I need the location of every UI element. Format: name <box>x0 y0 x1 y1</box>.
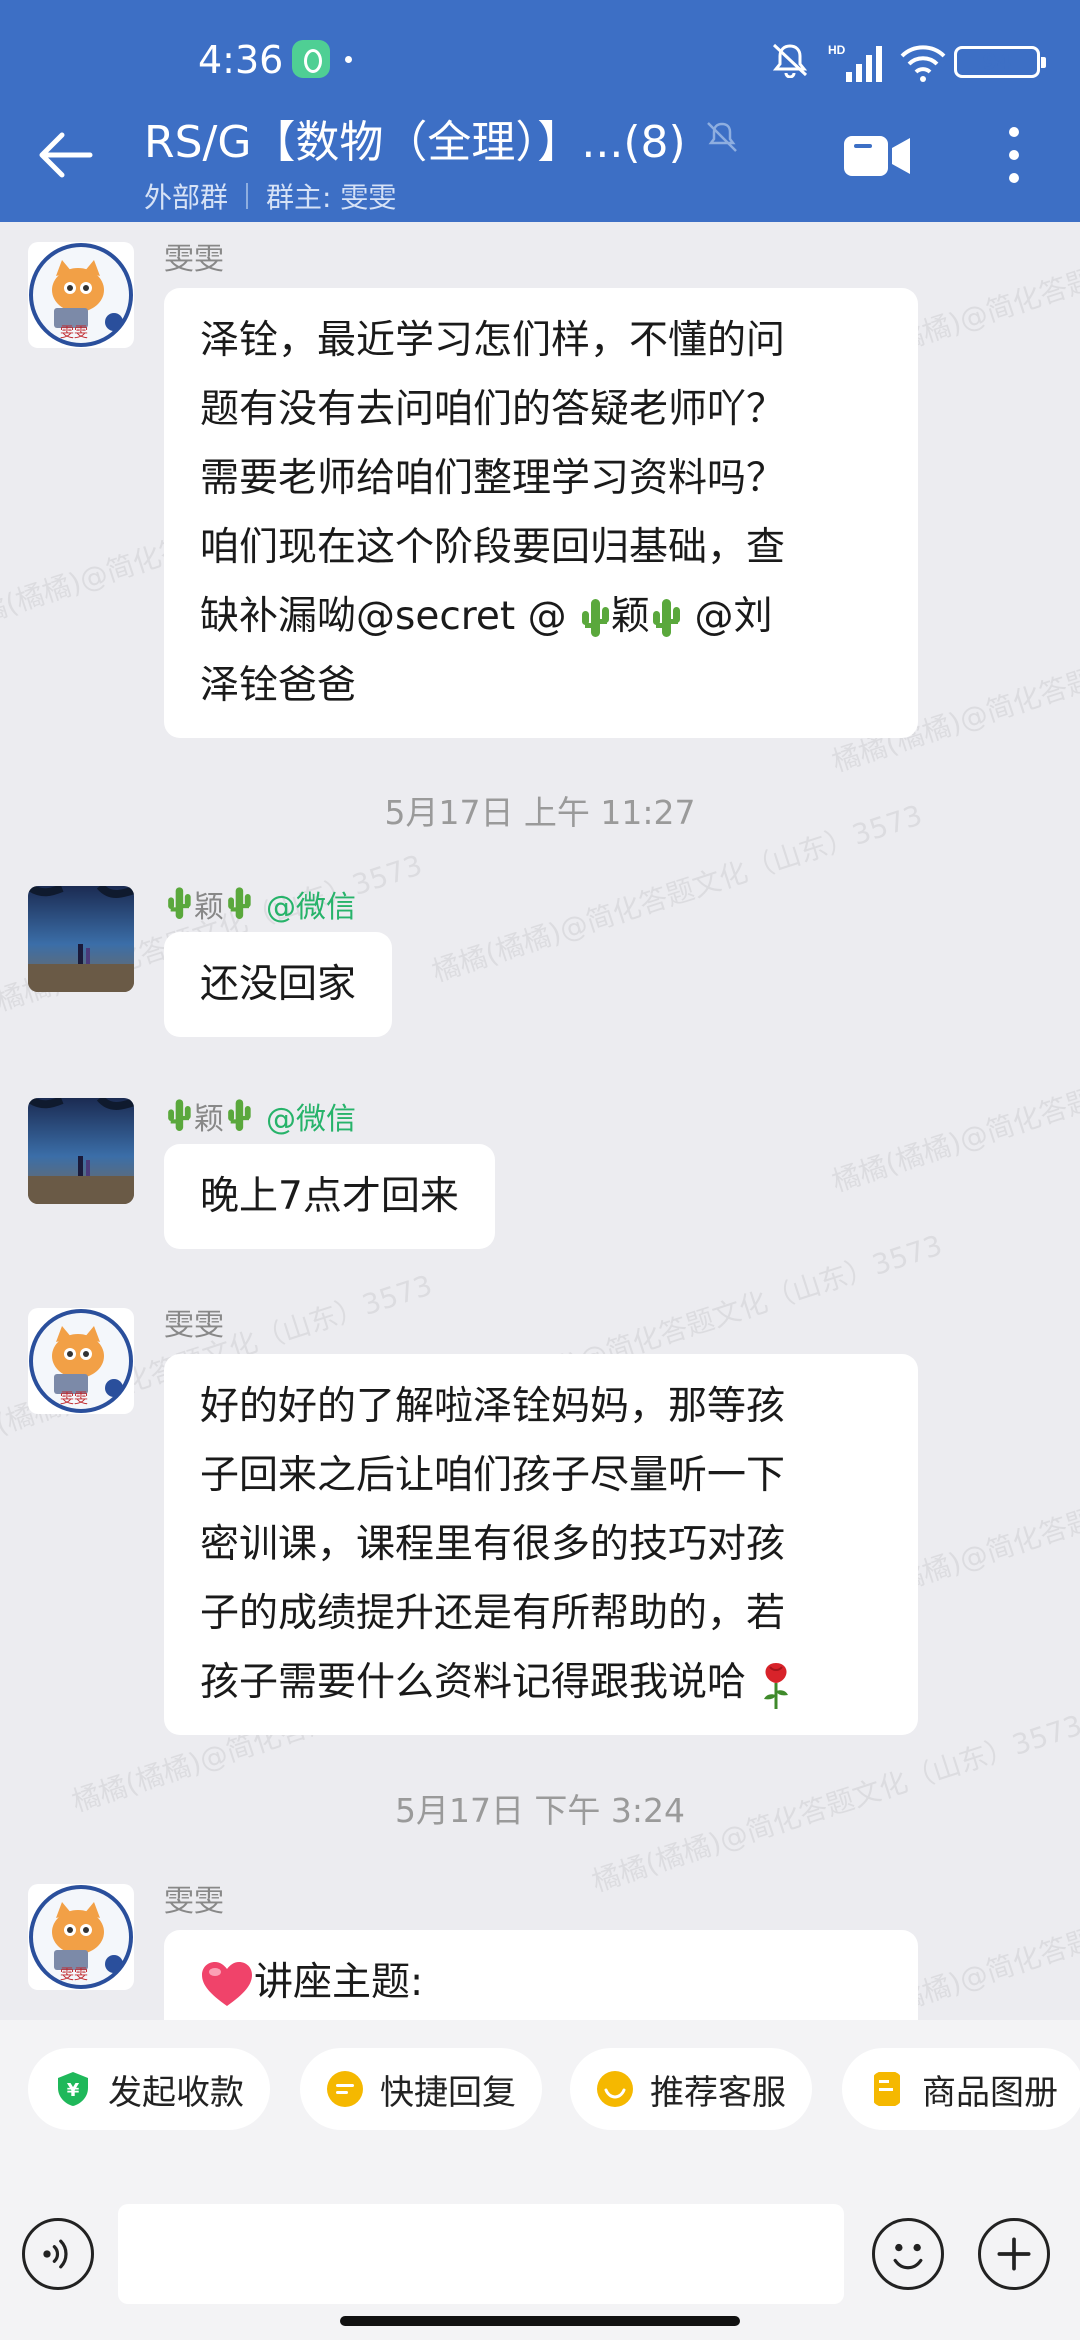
chip-label: 推荐客服 <box>650 2072 786 2113</box>
voice-input-icon[interactable] <box>22 2218 94 2290</box>
message-line: 缺补漏呦@secret @ 颖 @刘 <box>200 582 882 651</box>
back-arrow-icon[interactable] <box>30 120 100 190</box>
video-call-icon[interactable] <box>842 130 912 182</box>
message-bubble[interactable]: 好的好的了解啦泽铨妈妈，那等孩 子回来之后让咱们孩子尽量听一下 密训课，课程里有… <box>164 1354 918 1735</box>
more-menu-icon[interactable] <box>996 122 1032 188</box>
message-line: 泽铨，最近学习怎们样，不懂的问 <box>200 318 786 363</box>
message-line: 泽铨爸爸 <box>200 663 357 708</box>
message-text: 还没回家 <box>200 962 357 1007</box>
chip-collect-payment[interactable]: ¥ 发起收款 <box>28 2048 270 2130</box>
emoji-picker-icon[interactable] <box>872 2218 944 2290</box>
message-text: 晚上7点才回来 <box>200 1174 459 1219</box>
sender-name: 颖 @微信 <box>164 1094 356 1138</box>
wifi-icon <box>900 45 946 82</box>
message-bubble[interactable]: 还没回家 <box>164 932 393 1037</box>
message-line: 讲座主题: <box>200 1948 882 2017</box>
service-icon <box>597 2071 633 2107</box>
message-line: 子回来之后让咱们孩子尽量听一下 <box>200 1453 786 1498</box>
beach-avatar-icon <box>28 1098 134 1204</box>
heart-emoji-icon <box>202 1961 252 2006</box>
wechat-tag: @微信 <box>266 890 356 925</box>
wechat-tag: @微信 <box>266 1102 356 1137</box>
message-bubble[interactable]: 泽铨，最近学习怎们样，不懂的问 题有没有去问咱们的答疑老师吖？ 需要老师给咱们整… <box>164 288 918 738</box>
svg-text:¥: ¥ <box>67 2080 80 2101</box>
message-line: 需要老师给咱们整理学习资料吗？ <box>200 456 786 501</box>
chat-subtitle: 外部群 群主: 雯雯 <box>144 176 396 216</box>
home-indicator[interactable] <box>340 2316 740 2326</box>
svg-text:雯雯: 雯雯 <box>60 1967 88 1983</box>
message-line: 子的成绩提升还是有所帮助的，若 <box>200 1591 786 1636</box>
notification-dot-icon <box>345 56 352 63</box>
cactus-emoji-icon <box>168 887 191 919</box>
message-input[interactable] <box>118 2204 844 2304</box>
quick-action-bar: ¥ 发起收款 快捷回复 推荐客服 商品图册 <box>0 2020 1080 2180</box>
battery-level: 94 <box>982 50 1012 74</box>
cactus-emoji-icon <box>582 598 610 637</box>
status-bar: 4:36 HD 94 <box>0 30 1080 94</box>
battery-icon: 94 <box>954 46 1046 78</box>
group-owner: 群主: 雯雯 <box>266 181 397 214</box>
message-line: 题有没有去问咱们的答疑老师吖？ <box>200 387 786 432</box>
divider <box>246 183 249 209</box>
yuan-shield-icon: ¥ <box>58 2072 88 2106</box>
cat-avatar-icon: 雯雯 <box>28 1884 134 1990</box>
plus-more-icon[interactable] <box>978 2218 1050 2290</box>
chat-title-row[interactable]: RS/G【数物（全理）】...(8) <box>144 106 742 170</box>
message-line: 好的好的了解啦泽铨妈妈，那等孩 <box>200 1384 786 1429</box>
cactus-emoji-icon <box>228 1099 251 1131</box>
sender-name: 雯雯 <box>164 1308 224 1343</box>
cat-avatar-icon: 雯雯 <box>28 242 134 348</box>
chip-recommend-service[interactable]: 推荐客服 <box>570 2048 812 2130</box>
chip-quick-reply[interactable]: 快捷回复 <box>300 2048 542 2130</box>
mute-bell-icon <box>706 122 737 152</box>
chip-product-catalog[interactable]: 商品图册 <box>842 2048 1080 2130</box>
app-notification-icon <box>292 40 330 78</box>
avatar[interactable]: 雯雯 <box>28 1308 134 1414</box>
quick-reply-icon <box>327 2071 363 2107</box>
message-line: 咱们现在这个阶段要回归基础，查 <box>200 525 786 570</box>
message-line: 孩子需要什么资料记得跟我说哈 <box>200 1648 882 1717</box>
message-line: 密训课，课程里有很多的技巧对孩 <box>200 1522 786 1567</box>
cat-avatar-icon: 雯雯 <box>28 1308 134 1414</box>
avatar[interactable] <box>28 886 134 992</box>
timestamp: 5月17日 上午 11:27 <box>384 793 696 832</box>
chat-title: RS/G【数物（全理）】...(8) <box>144 117 686 168</box>
signal-icon: HD <box>828 43 882 82</box>
status-time: 4:36 <box>198 38 284 82</box>
svg-text:雯雯: 雯雯 <box>60 325 88 341</box>
chat-header: 4:36 HD 94 RS/G【数物（全理）】...(8) 外部群 群主: 雯雯 <box>0 0 1080 222</box>
bell-off-icon <box>772 43 808 78</box>
svg-text:HD: HD <box>828 43 846 57</box>
message-bubble[interactable]: 讲座主题: <box>164 1930 918 2020</box>
sender-name: 颖 @微信 <box>164 882 356 926</box>
external-group-tag: 外部群 <box>144 181 229 214</box>
message-bubble[interactable]: 晚上7点才回来 <box>164 1144 495 1249</box>
avatar[interactable]: 雯雯 <box>28 1884 134 1990</box>
input-bar <box>0 2180 1080 2340</box>
catalog-icon <box>874 2072 900 2106</box>
rose-emoji-icon <box>764 1662 789 1709</box>
sender-name: 雯雯 <box>164 1884 224 1919</box>
timestamp: 5月17日 下午 3:24 <box>394 1791 686 1830</box>
cactus-emoji-icon <box>653 598 681 637</box>
cactus-emoji-icon <box>168 1099 191 1131</box>
svg-text:雯雯: 雯雯 <box>60 1391 88 1407</box>
chip-label: 快捷回复 <box>380 2072 516 2113</box>
avatar[interactable] <box>28 1098 134 1204</box>
beach-avatar-icon <box>28 886 134 992</box>
cactus-emoji-icon <box>228 887 251 919</box>
chip-label: 发起收款 <box>108 2072 244 2113</box>
avatar[interactable]: 雯雯 <box>28 242 134 348</box>
watermark: 橘橘(橘橘)@简化答题文化（山东）3573 <box>827 1008 1080 1199</box>
message-list[interactable]: 橘橘(橘橘)@简化答题文化（山东）3573 橘橘(橘橘)@简化答题文化（山东）3… <box>0 222 1080 2020</box>
chip-label: 商品图册 <box>922 2072 1058 2113</box>
sender-name: 雯雯 <box>164 242 224 277</box>
